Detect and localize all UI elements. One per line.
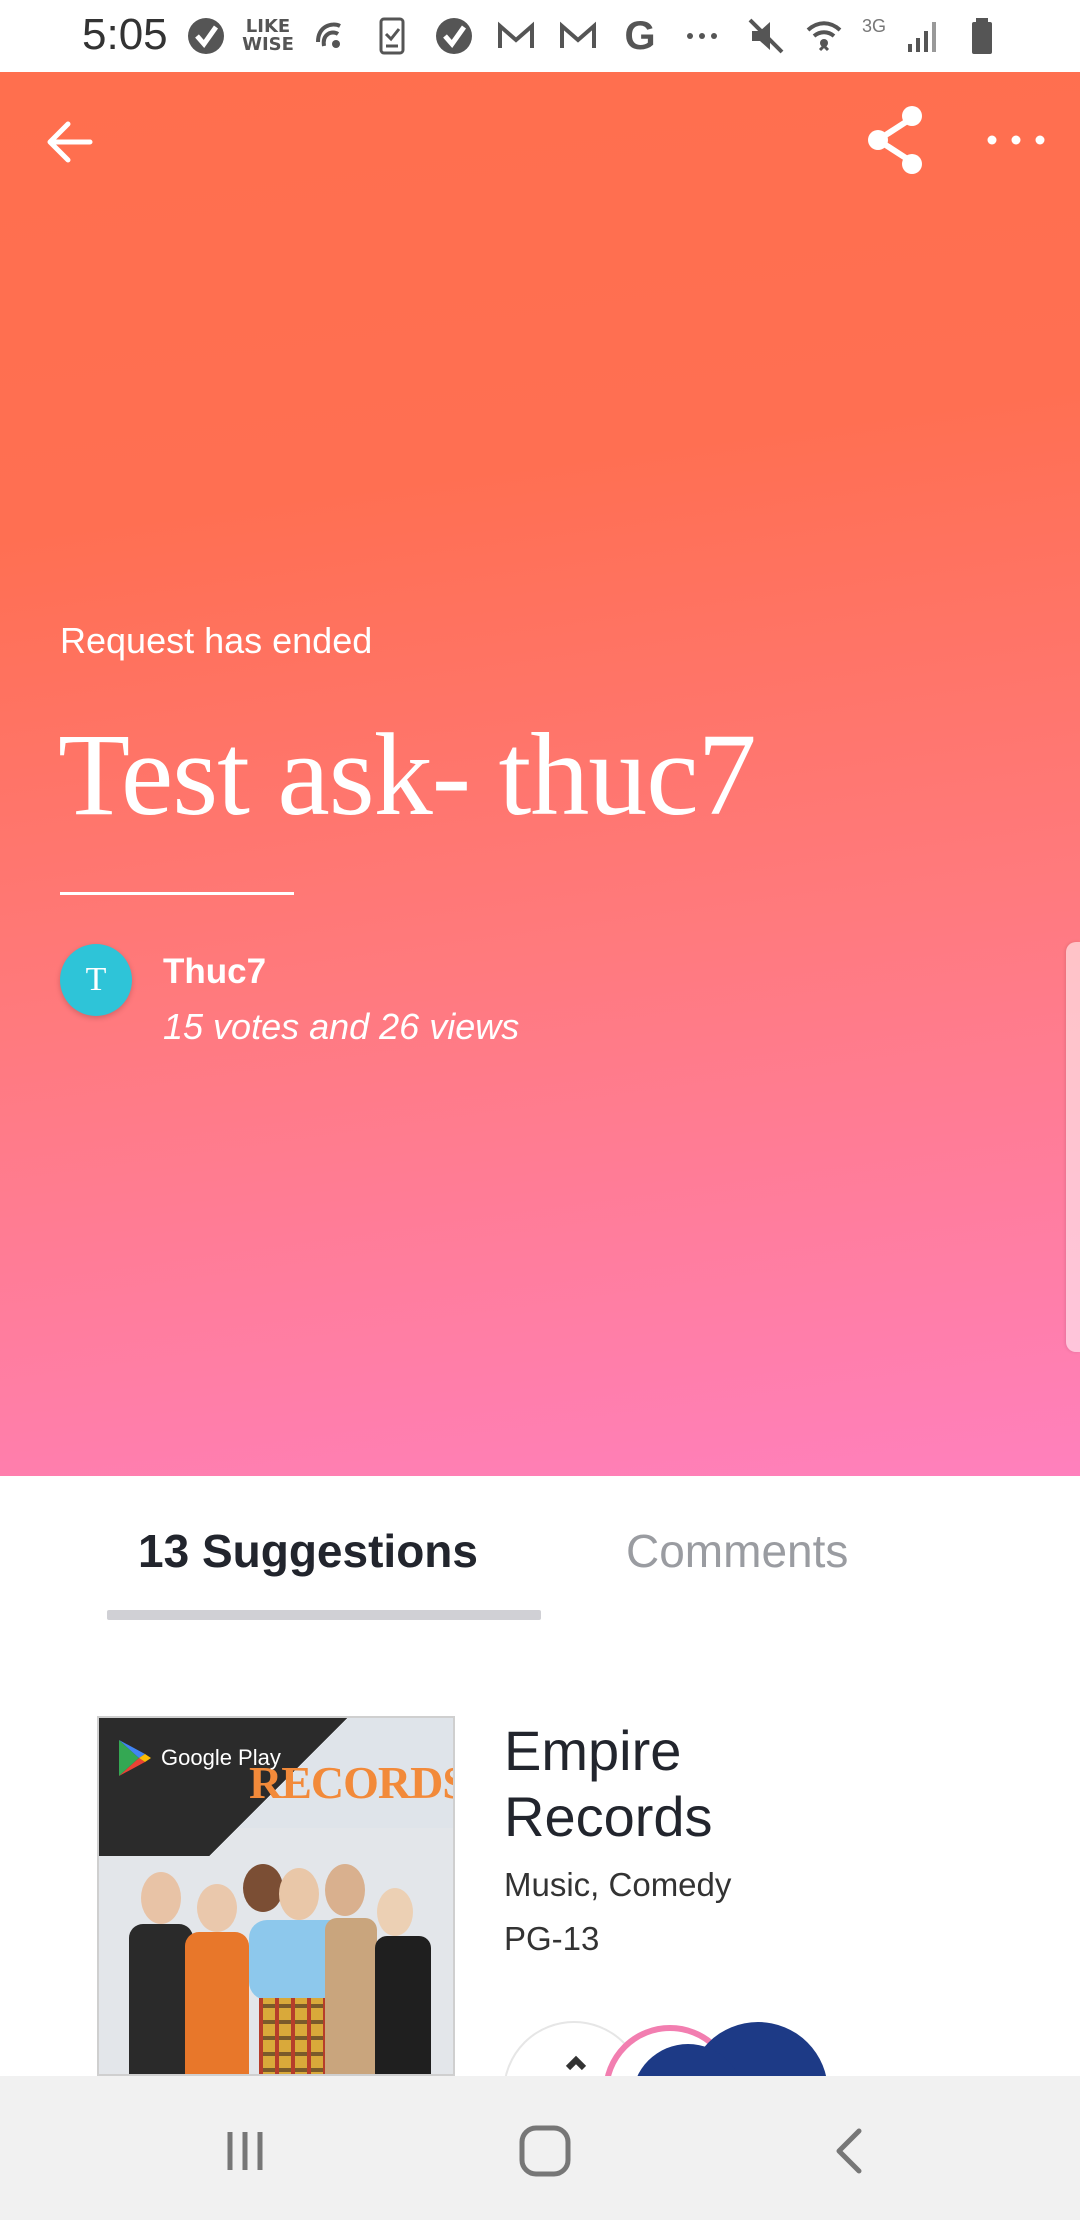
check-badge-icon <box>434 14 474 58</box>
share-icon <box>868 106 922 174</box>
scroll-handle[interactable] <box>1066 942 1080 1352</box>
google-icon: G <box>624 13 656 58</box>
more-options-button[interactable] <box>984 118 1048 162</box>
request-status: Request has ended <box>60 620 373 661</box>
back-button[interactable] <box>40 112 100 172</box>
tab-comments[interactable]: Comments <box>626 1524 848 1578</box>
suggestion-genre: Music, Comedy <box>504 1866 732 1903</box>
recents-button[interactable] <box>210 2116 280 2186</box>
gmail-icon <box>558 14 598 58</box>
status-time: 5:05 <box>82 10 168 59</box>
gmail-icon <box>496 14 536 58</box>
arrow-left-icon <box>47 121 93 163</box>
wifi-icon <box>804 14 844 58</box>
recents-icon <box>227 2132 263 2170</box>
movie-poster[interactable]: RECORDS Google Play <box>97 1716 455 2076</box>
suggestion-rating: PG-13 <box>504 1920 600 1957</box>
request-stats: 15 votes and 26 views <box>163 1006 520 1047</box>
check-badge-icon <box>186 14 226 58</box>
chevron-left-icon <box>836 2128 862 2174</box>
poster-artwork <box>99 1828 453 2074</box>
request-hero: Request has ended Test ask- thuc7 T Thuc… <box>0 72 1080 1476</box>
mute-icon <box>746 14 786 58</box>
signal-icon <box>904 14 944 58</box>
more-notifications-icon <box>682 14 722 58</box>
voter-avatars[interactable] <box>504 2020 844 2080</box>
share-button[interactable] <box>864 102 928 178</box>
title-divider <box>60 892 294 895</box>
google-play-badge: Google Play <box>117 1738 281 1778</box>
more-horizontal-icon <box>987 135 1045 145</box>
nav-back-button[interactable] <box>815 2116 885 2186</box>
home-icon <box>519 2125 571 2177</box>
network-type-label: 3G <box>861 15 886 36</box>
system-icons: 3G <box>746 14 1002 58</box>
wifi-call-icon <box>310 14 350 58</box>
author-name[interactable]: Thuc7 <box>163 952 266 992</box>
suggestion-title[interactable]: Empire Records <box>504 1718 864 1850</box>
notification-icons: LIKE WISE G <box>186 14 722 58</box>
clipboard-phone-icon <box>372 14 412 58</box>
tab-suggestions[interactable]: 13 Suggestions <box>138 1524 478 1578</box>
voter-avatar-stack <box>504 2021 827 2080</box>
system-nav-bar <box>0 2076 1080 2220</box>
tab-bar: 13 Suggestions Comments <box>0 1476 1080 1626</box>
google-play-label: Google Play <box>161 1745 281 1770</box>
home-button[interactable] <box>510 2116 580 2186</box>
request-title: Test ask- thuc7 <box>58 709 757 840</box>
battery-icon <box>962 14 1002 58</box>
active-tab-indicator <box>107 1610 541 1620</box>
avatar[interactable]: T <box>60 944 132 1016</box>
status-bar: 5:05 LIKE WISE G 3G <box>0 0 1080 72</box>
likewise-icon: LIKE WISE <box>242 16 294 55</box>
google-play-icon <box>119 1740 151 1776</box>
